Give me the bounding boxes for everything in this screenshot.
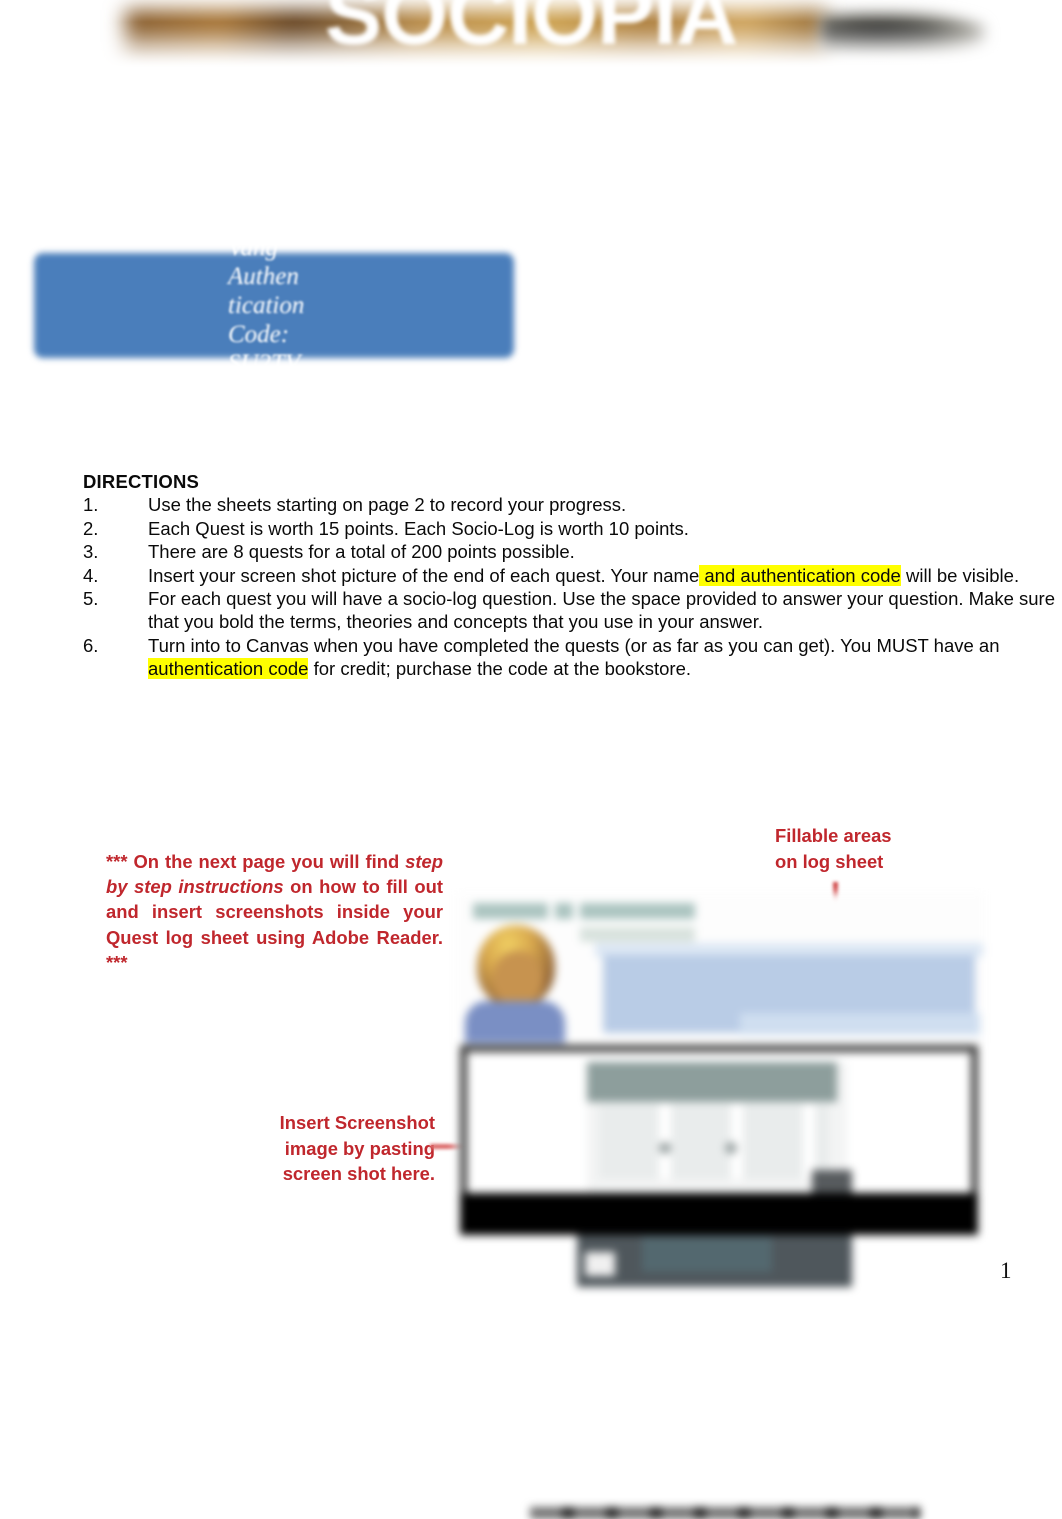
direction-text: Insert your screen shot picture of the e… — [148, 564, 1058, 587]
banner-fade-overlay — [0, 22, 1062, 80]
preview-fillable-field-lower — [740, 1013, 980, 1035]
page-number: 1 — [1000, 1258, 1012, 1283]
direction-text-segment: Each Quest is worth 15 points. Each Soci… — [148, 517, 689, 539]
direction-text: Use the sheets starting on page 2 to rec… — [148, 493, 1058, 516]
direction-item: 5. For each quest you will have a socio-l… — [83, 587, 1058, 634]
directions-list: 1. Use the sheets starting on page 2 to r… — [83, 493, 1058, 680]
note-fillable-areas: Fillable areas on log sheet — [775, 825, 892, 872]
direction-item: 1. Use the sheets starting on page 2 to r… — [83, 493, 1058, 516]
direction-number: 1. — [83, 494, 99, 516]
direction-text-segment: will be visible. — [900, 564, 1020, 586]
direction-text-segment: Insert your screen shot picture of the e… — [148, 564, 700, 586]
note-insert-screenshot: Insert Screenshot image by pasting scree… — [279, 1112, 435, 1184]
log-sheet-preview-image — [455, 893, 985, 1519]
direction-item: 4. Insert your screen shot picture of the… — [83, 564, 1058, 587]
direction-number: 5. — [83, 588, 99, 610]
direction-text-segment: For each quest you will have a socio-log… — [148, 588, 884, 610]
directions-section: DIRECTIONS 1. Use the sheets starting on … — [83, 470, 1058, 681]
direction-text-segment: for credit; purchase the code at the boo… — [308, 658, 692, 680]
direction-number: 6. — [83, 634, 99, 656]
direction-number: 3. — [83, 541, 99, 563]
direction-text-segment: Turn into to Canvas when you have comple… — [148, 634, 1000, 656]
direction-text-segment: Use the sheets starting on page 2 to rec… — [148, 494, 627, 516]
avatar-face — [493, 951, 543, 1007]
highlighted-text: and authentication code — [699, 564, 901, 586]
screenshot-small-icon — [585, 1252, 615, 1276]
direction-text: Turn into to Canvas when you have comple… — [148, 634, 1058, 681]
direction-text: There are 8 quests for a total of 200 po… — [148, 540, 1058, 563]
preview-label-3 — [580, 927, 695, 942]
screenshot-black-bar-text — [530, 1507, 920, 1519]
direction-number: 2. — [83, 517, 99, 539]
screenshot-black-bar — [460, 1193, 978, 1519]
direction-text: Each Quest is worth 15 points. Each Soci… — [148, 517, 1058, 540]
highlighted-text: authentication code — [148, 658, 309, 680]
preview-label-2 — [580, 903, 695, 919]
direction-item: 2. Each Quest is worth 15 points. Each So… — [83, 517, 1058, 540]
direction-number: 4. — [83, 564, 99, 586]
direction-item: 6. Turn into to Canvas when you have comp… — [83, 634, 1058, 681]
avatar-body — [465, 1001, 565, 1043]
screenshot-mid-panel-inner — [642, 1237, 772, 1272]
preview-label-1 — [473, 903, 548, 919]
note-part1: *** On the next page you will find — [106, 851, 406, 872]
preview-top-area — [455, 893, 985, 1043]
screenshot-dot-2 — [725, 1142, 737, 1154]
header-banner: SOCIOPIA — [0, 0, 1062, 80]
note-next-page-instructions: *** On the next page you will find step … — [106, 849, 443, 975]
direction-item: 3. There are 8 quests for a total of 200 … — [83, 540, 1058, 563]
screenshot-header-bar — [587, 1062, 837, 1102]
directions-heading: DIRECTIONS — [83, 471, 200, 492]
direction-text: For each quest you will have a socio-log… — [148, 587, 1058, 634]
direction-text-segment: There are 8 quests for a total of 200 po… — [148, 541, 575, 563]
preview-label-1b — [555, 903, 573, 919]
screenshot-dot-1 — [659, 1142, 671, 1154]
screenshot-cards — [599, 1104, 829, 1179]
authentication-code-text: Vang Authen tication Code: SU2TV — [228, 234, 305, 377]
